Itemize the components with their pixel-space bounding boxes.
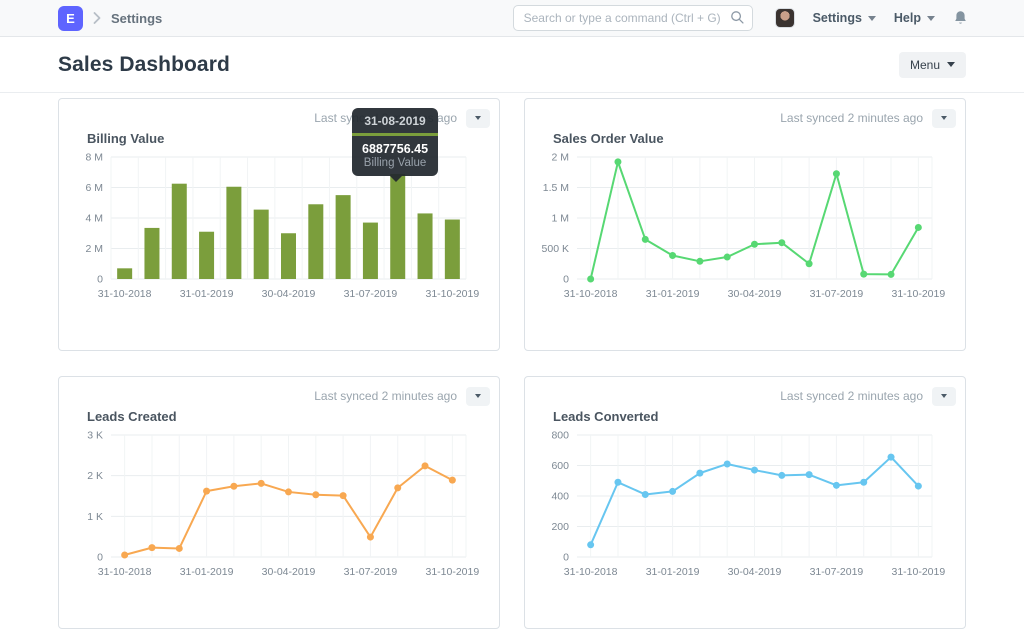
svg-text:600: 600 xyxy=(551,460,569,472)
app-logo-letter: E xyxy=(66,11,75,26)
svg-text:2 M: 2 M xyxy=(551,152,569,164)
menu-button[interactable]: Menu xyxy=(899,52,966,78)
search-input[interactable] xyxy=(513,5,753,31)
svg-text:8 M: 8 M xyxy=(85,152,103,164)
search-icon xyxy=(730,10,745,30)
help-menu[interactable]: Help xyxy=(894,11,935,25)
breadcrumb[interactable]: Settings xyxy=(111,11,162,26)
svg-text:31-10-2019: 31-10-2019 xyxy=(891,288,945,300)
card-actions-dropdown[interactable] xyxy=(932,109,956,128)
svg-text:31-01-2019: 31-01-2019 xyxy=(646,288,700,300)
tooltip-pointer xyxy=(390,176,402,182)
last-synced-label: Last synced 2 minutes ago xyxy=(314,389,457,403)
svg-text:800: 800 xyxy=(551,430,569,442)
chart-tooltip: 31-08-2019 6887756.45 Billing Value xyxy=(352,108,438,176)
svg-text:31-10-2018: 31-10-2018 xyxy=(564,288,618,300)
svg-text:500 K: 500 K xyxy=(542,243,569,255)
dashboard-grid: Last synced 2 minutes ago Billing Value … xyxy=(0,93,1024,639)
navbar-right: Settings Help xyxy=(775,8,968,28)
caret-down-icon xyxy=(475,116,481,120)
card-actions-dropdown[interactable] xyxy=(466,109,490,128)
help-menu-label: Help xyxy=(894,11,921,25)
chart-title: Sales Order Value xyxy=(553,131,965,146)
user-avatar[interactable] xyxy=(775,8,795,28)
svg-text:31-01-2019: 31-01-2019 xyxy=(180,288,234,300)
svg-text:30-04-2019: 30-04-2019 xyxy=(262,288,316,300)
svg-text:31-10-2019: 31-10-2019 xyxy=(425,288,479,300)
navbar: E Settings Settings Help xyxy=(0,0,1024,37)
svg-text:31-01-2019: 31-01-2019 xyxy=(646,566,700,578)
settings-menu-label: Settings xyxy=(813,11,862,25)
svg-text:31-10-2018: 31-10-2018 xyxy=(564,566,618,578)
leads-converted-chart[interactable]: 0 200 400 600 800 31-10-2018 31-01-2019 30-04-2… xyxy=(537,424,965,589)
card-billing-value: Last synced 2 minutes ago Billing Value … xyxy=(58,98,500,351)
caret-down-icon xyxy=(941,394,947,398)
tooltip-date: 31-08-2019 xyxy=(352,108,438,133)
chevron-right-icon xyxy=(93,12,101,24)
caret-down-icon xyxy=(868,16,876,21)
svg-text:200: 200 xyxy=(551,521,569,533)
svg-text:4 M: 4 M xyxy=(85,213,103,225)
leads-created-chart[interactable]: 0 1 K 2 K 3 K 31-10-2018 31-01-2019 30-04-2019… xyxy=(71,424,499,589)
card-header: Last synced 2 minutes ago xyxy=(59,377,499,406)
svg-text:3 K: 3 K xyxy=(87,430,103,442)
svg-text:31-10-2018: 31-10-2018 xyxy=(98,288,152,300)
card-leads-created: Last synced 2 minutes ago Leads Created … xyxy=(58,376,500,629)
search-box xyxy=(513,5,753,31)
card-leads-converted: Last synced 2 minutes ago Leads Converte… xyxy=(524,376,966,629)
svg-text:31-10-2019: 31-10-2019 xyxy=(425,566,479,578)
tooltip-value: 6887756.45 xyxy=(352,136,438,156)
svg-text:31-07-2019: 31-07-2019 xyxy=(810,566,864,578)
svg-text:30-04-2019: 30-04-2019 xyxy=(262,566,316,578)
card-sales-order-value: Last synced 2 minutes ago Sales Order Va… xyxy=(524,98,966,351)
svg-text:0: 0 xyxy=(97,552,103,564)
page-head: Sales Dashboard Menu xyxy=(0,37,1024,93)
card-header: Last synced 2 minutes ago xyxy=(525,377,965,406)
caret-down-icon xyxy=(475,394,481,398)
card-actions-dropdown[interactable] xyxy=(932,387,956,406)
tooltip-series-label: Billing Value xyxy=(352,156,438,176)
menu-button-label: Menu xyxy=(910,58,940,72)
card-header: Last synced 2 minutes ago xyxy=(525,99,965,128)
chart-title: Leads Created xyxy=(87,409,499,424)
last-synced-label: Last synced 2 minutes ago xyxy=(780,111,923,125)
svg-text:6 M: 6 M xyxy=(85,182,103,194)
svg-text:31-07-2019: 31-07-2019 xyxy=(344,566,398,578)
svg-text:31-07-2019: 31-07-2019 xyxy=(344,288,398,300)
card-actions-dropdown[interactable] xyxy=(466,387,490,406)
caret-down-icon xyxy=(941,116,947,120)
svg-text:31-10-2018: 31-10-2018 xyxy=(98,566,152,578)
svg-text:30-04-2019: 30-04-2019 xyxy=(728,288,782,300)
svg-text:1 K: 1 K xyxy=(87,511,103,523)
svg-text:2 K: 2 K xyxy=(87,470,103,482)
svg-text:0: 0 xyxy=(563,552,569,564)
page-title: Sales Dashboard xyxy=(58,53,230,77)
svg-text:31-07-2019: 31-07-2019 xyxy=(810,288,864,300)
notifications-bell-icon[interactable] xyxy=(953,10,968,26)
svg-text:31-10-2019: 31-10-2019 xyxy=(891,566,945,578)
svg-text:1 M: 1 M xyxy=(551,213,569,225)
svg-text:400: 400 xyxy=(551,491,569,503)
svg-text:0: 0 xyxy=(97,274,103,286)
chart-title: Leads Converted xyxy=(553,409,965,424)
sales-order-value-chart[interactable]: 0 500 K 1 M 1.5 M 2 M 31-10-2018 31-01-2019 30-… xyxy=(537,146,965,311)
app-logo[interactable]: E xyxy=(58,6,83,31)
svg-text:31-01-2019: 31-01-2019 xyxy=(180,566,234,578)
svg-text:2 M: 2 M xyxy=(85,243,103,255)
caret-down-icon xyxy=(927,16,935,21)
settings-menu[interactable]: Settings xyxy=(813,11,876,25)
svg-text:0: 0 xyxy=(563,274,569,286)
svg-text:1.5 M: 1.5 M xyxy=(543,182,569,194)
svg-text:30-04-2019: 30-04-2019 xyxy=(728,566,782,578)
last-synced-label: Last synced 2 minutes ago xyxy=(780,389,923,403)
caret-down-icon xyxy=(947,62,955,67)
